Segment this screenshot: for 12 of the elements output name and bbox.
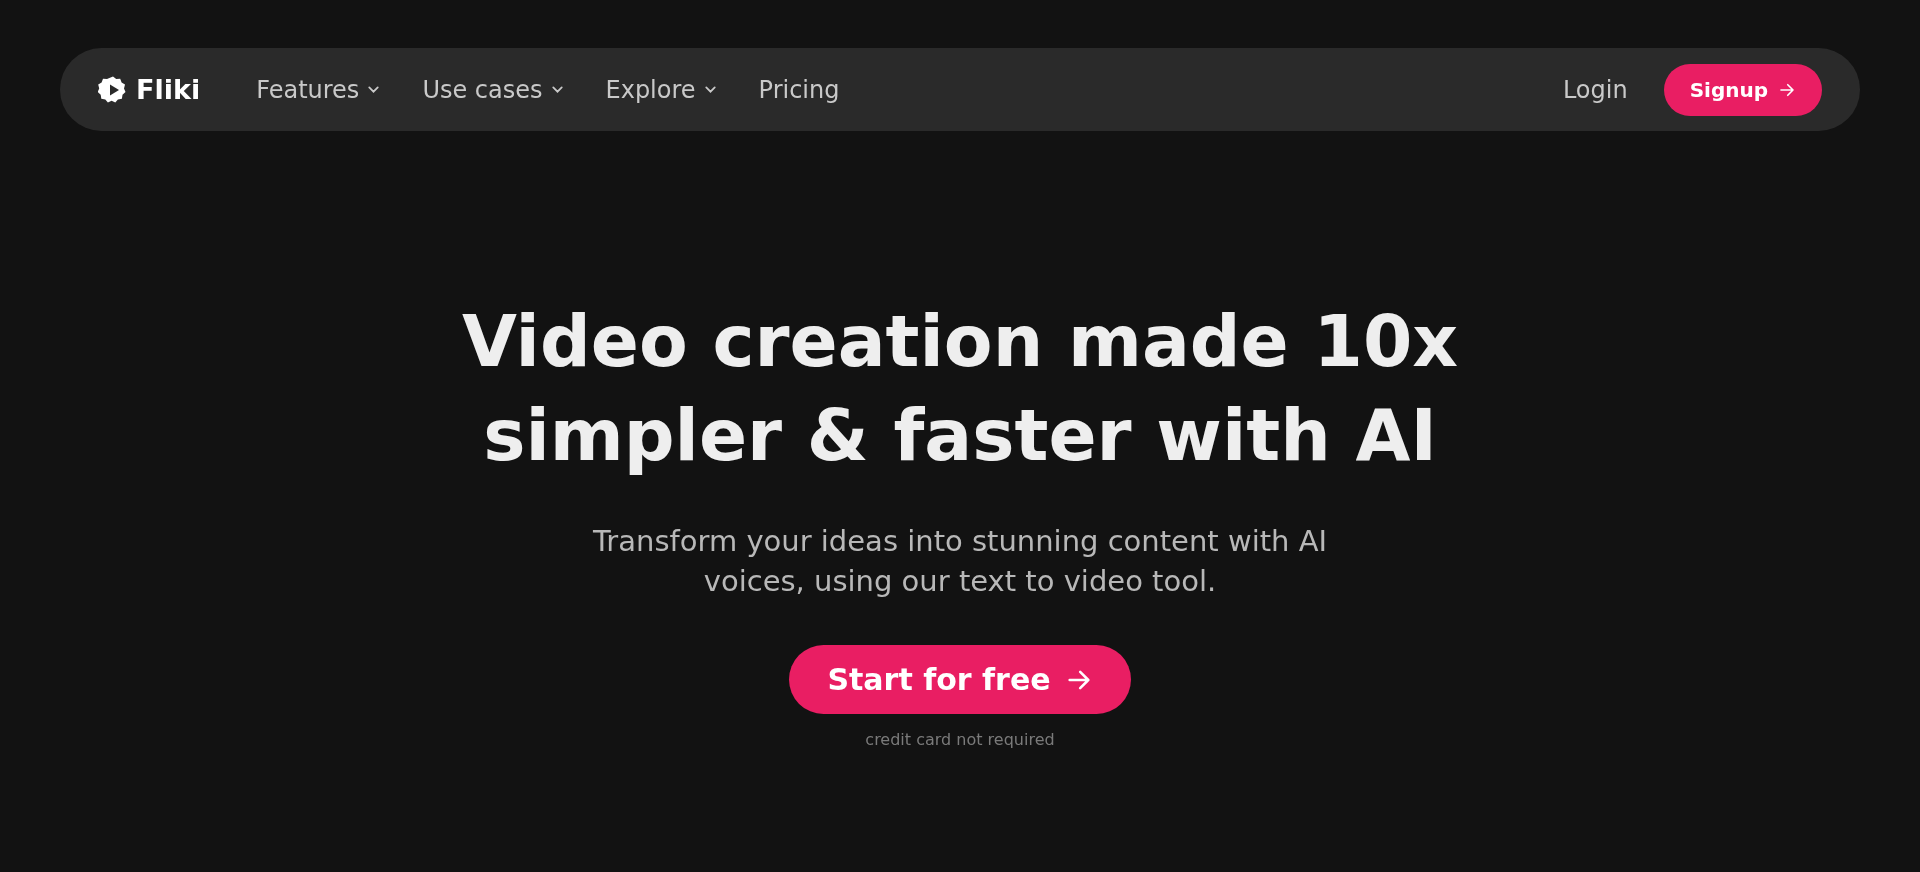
hero-title: Video creation made 10x simpler & faster with AI: [461, 299, 1459, 479]
logo-text[interactable]: Fliki: [136, 74, 201, 105]
note-text: credit card not required: [865, 730, 1055, 749]
nav-link[interactable]: Use cases: [422, 75, 566, 104]
nav-link[interactable]: Features: [256, 75, 383, 104]
start-button[interactable]: Start for free: [789, 645, 1131, 714]
nav-link[interactable]: Pricing: [758, 75, 840, 104]
login-link[interactable]: Login: [1562, 75, 1628, 104]
nav-link[interactable]: Explore: [605, 75, 719, 104]
logo-icon: [98, 74, 128, 105]
hero-subtitle: Transform your ideas into stunning content with AI voices, using our text to video tool.: [591, 523, 1329, 600]
signup-button[interactable]: Signup: [1663, 63, 1822, 116]
